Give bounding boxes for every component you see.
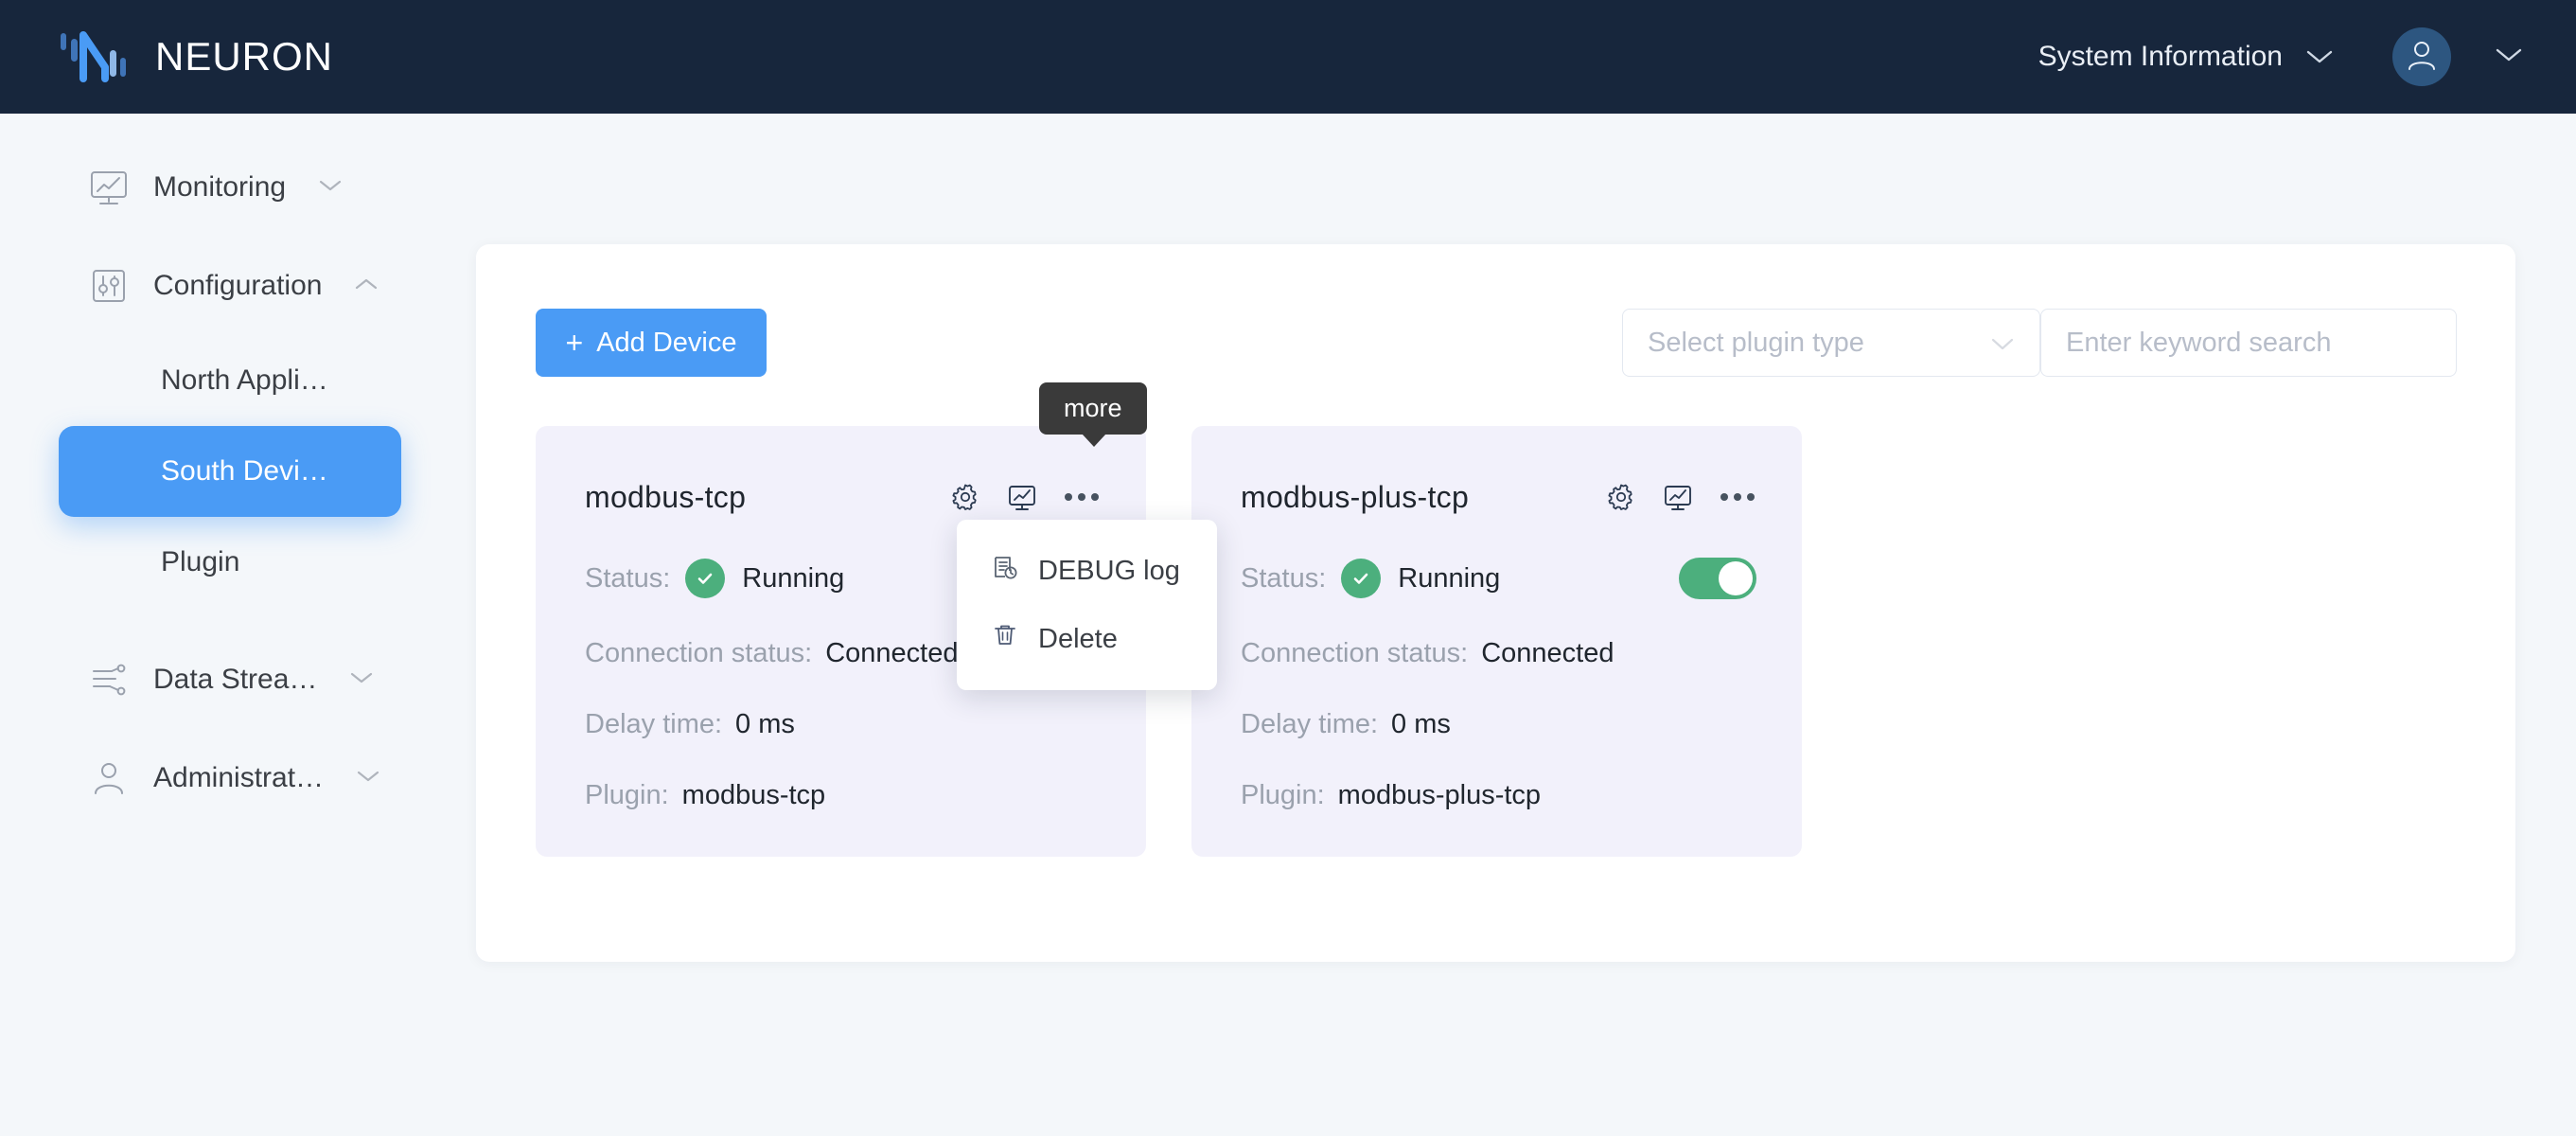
- plugin-value: modbus-plus-tcp: [1337, 780, 1542, 810]
- sidebar-item-data-streaming[interactable]: Data Strea…: [0, 630, 473, 729]
- menu-item-label: Delete: [1038, 623, 1118, 654]
- sidebar-item-south-device[interactable]: South Devi…: [59, 426, 401, 517]
- status-value: Running: [1398, 562, 1501, 594]
- sidebar-item-label: Plugin: [161, 546, 240, 577]
- brand: NEURON: [59, 27, 333, 86]
- card-header: modbus-tcp: [585, 475, 1101, 519]
- system-information-menu[interactable]: System Information: [2038, 41, 2334, 73]
- menu-item-delete[interactable]: Delete: [957, 605, 1217, 673]
- gear-icon[interactable]: [949, 481, 981, 513]
- card-plugin-row: Plugin: modbus-plus-tcp: [1241, 780, 1756, 811]
- more-tooltip: more: [1039, 382, 1147, 447]
- sidebar: Monitoring Configuration North Appli… So…: [0, 114, 473, 1136]
- brand-name: NEURON: [155, 34, 334, 79]
- sidebar-item-administration[interactable]: Administrat…: [0, 729, 473, 827]
- delay-time-value: 0 ms: [1391, 709, 1451, 739]
- app-header: NEURON System Information: [0, 0, 2576, 114]
- toggle-knob: [1719, 561, 1753, 595]
- sidebar-item-label: Data Strea…: [153, 664, 318, 695]
- add-device-label: Add Device: [596, 327, 737, 358]
- user-admin-icon: [87, 756, 131, 800]
- card-connection-row: Connection status: Connected: [1241, 638, 1756, 669]
- sidebar-item-label: Administrat…: [153, 762, 325, 793]
- device-enable-toggle[interactable]: [1679, 558, 1756, 599]
- status-label: Status:: [585, 562, 671, 594]
- connection-status-label: Connection status:: [585, 638, 813, 668]
- chevron-up-icon: [344, 276, 379, 296]
- card-title: modbus-tcp: [585, 479, 747, 514]
- menu-item-label: DEBUG log: [1038, 555, 1180, 586]
- system-information-label: System Information: [2038, 41, 2283, 72]
- plugin-label: Plugin:: [585, 780, 669, 810]
- data-stream-icon: [87, 658, 131, 701]
- user-avatar-icon: [2405, 38, 2439, 77]
- chevron-down-icon: [309, 178, 343, 198]
- connection-status-label: Connection status:: [1241, 638, 1469, 668]
- card-delay-row: Delay time: 0 ms: [585, 709, 1101, 740]
- sidebar-item-label: Monitoring: [153, 171, 287, 203]
- connection-status-value: Connected: [1481, 638, 1614, 668]
- plugin-value: modbus-tcp: [681, 780, 826, 810]
- sidebar-item-label: Configuration: [153, 270, 323, 301]
- more-dots-icon[interactable]: [1063, 488, 1101, 506]
- debug-log-icon: [991, 553, 1019, 589]
- header-right: System Information: [2038, 27, 2523, 86]
- keyword-search-input[interactable]: [2040, 309, 2457, 377]
- card-title: modbus-plus-tcp: [1241, 479, 1470, 514]
- chevron-down-icon: [2305, 41, 2334, 73]
- add-device-button[interactable]: + Add Device: [536, 309, 767, 377]
- chevron-down-icon: [346, 769, 380, 789]
- plus-icon: +: [565, 326, 584, 360]
- delay-time-label: Delay time:: [1241, 709, 1379, 739]
- plugin-type-select[interactable]: Select plugin type: [1622, 309, 2040, 377]
- chevron-down-icon: [340, 670, 374, 690]
- check-circle-icon: [1341, 559, 1382, 598]
- sidebar-item-label: North Appli…: [161, 364, 328, 396]
- chevron-down-icon: [1990, 328, 2015, 359]
- card-delay-row: Delay time: 0 ms: [1241, 709, 1756, 740]
- sliders-icon: [87, 264, 131, 308]
- sidebar-item-configuration[interactable]: Configuration: [0, 237, 473, 335]
- plugin-type-placeholder: Select plugin type: [1648, 327, 1864, 358]
- sidebar-item-north-application[interactable]: North Appli…: [0, 335, 473, 426]
- gear-icon[interactable]: [1605, 481, 1637, 513]
- check-circle-icon: [685, 559, 726, 598]
- device-card[interactable]: modbus-plus-tcp Status: Running Connecti…: [1191, 426, 1802, 857]
- card-actions: [1605, 481, 1756, 513]
- monitor-chart-icon[interactable]: [1662, 481, 1694, 513]
- card-context-menu: DEBUG log Delete: [957, 520, 1217, 690]
- user-menu-chevron-down-icon[interactable]: [2495, 46, 2523, 68]
- status-value: Running: [742, 562, 845, 594]
- monitor-chart-icon[interactable]: [1006, 481, 1038, 513]
- toolbar: + Add Device Select plugin type: [536, 309, 2457, 377]
- more-dots-icon[interactable]: [1719, 488, 1756, 506]
- delay-time-label: Delay time:: [585, 709, 723, 739]
- plugin-label: Plugin:: [1241, 780, 1325, 810]
- sidebar-item-plugin[interactable]: Plugin: [0, 517, 473, 608]
- monitor-chart-icon: [87, 166, 131, 209]
- sidebar-item-monitoring[interactable]: Monitoring: [0, 138, 473, 237]
- sidebar-item-label: South Devi…: [161, 455, 328, 487]
- neuron-logo-icon: [59, 27, 129, 86]
- delay-time-value: 0 ms: [735, 709, 795, 739]
- card-status-row: Status: Running: [1241, 558, 1756, 599]
- menu-item-debug-log[interactable]: DEBUG log: [957, 537, 1217, 605]
- status-label: Status:: [1241, 562, 1327, 594]
- connection-status-value: Connected: [825, 638, 959, 668]
- card-plugin-row: Plugin: modbus-tcp: [585, 780, 1101, 811]
- trash-icon: [991, 621, 1019, 657]
- card-actions: [949, 481, 1101, 513]
- main-panel: + Add Device Select plugin type modbus-t…: [476, 244, 2515, 962]
- card-header: modbus-plus-tcp: [1241, 475, 1756, 519]
- avatar[interactable]: [2392, 27, 2451, 86]
